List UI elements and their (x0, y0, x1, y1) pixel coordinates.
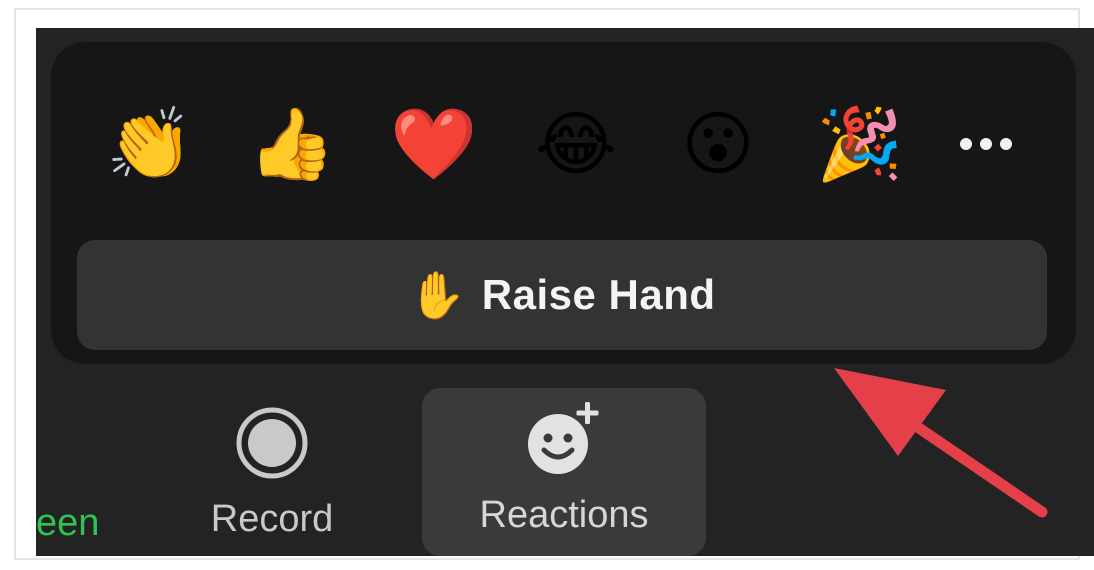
add-reaction-icon (524, 400, 604, 480)
more-icon (960, 138, 1012, 150)
share-screen-label-partial[interactable]: een (36, 502, 99, 545)
heart-emoji-button[interactable]: ❤️ (363, 94, 505, 194)
raised-hand-icon: ✋ (408, 268, 466, 322)
surprised-face-emoji-button[interactable]: 😮 (647, 94, 789, 194)
reactions-label: Reactions (479, 494, 649, 536)
reactions-popup: 👏 👍 ❤️ 😂 😮 🎉 ✋ Raise Hand (51, 42, 1076, 364)
reactions-button[interactable]: Reactions (422, 388, 706, 556)
emoji-reaction-row: 👏 👍 ❤️ 😂 😮 🎉 (79, 94, 1049, 194)
thumbs-up-emoji-button[interactable]: 👍 (221, 94, 363, 194)
raise-hand-label: Raise Hand (481, 271, 716, 318)
annotation-arrow-icon (834, 368, 1048, 518)
clapping-hands-emoji-button[interactable]: 👏 (79, 94, 221, 194)
tears-of-joy-emoji-button[interactable]: 😂 (505, 94, 647, 194)
record-button[interactable]: Record (184, 388, 360, 556)
raise-hand-button[interactable]: ✋ Raise Hand (77, 240, 1047, 350)
more-reactions-button[interactable] (931, 94, 1041, 194)
record-icon (235, 406, 309, 480)
record-label: Record (210, 498, 334, 540)
party-popper-emoji-button[interactable]: 🎉 (789, 94, 931, 194)
